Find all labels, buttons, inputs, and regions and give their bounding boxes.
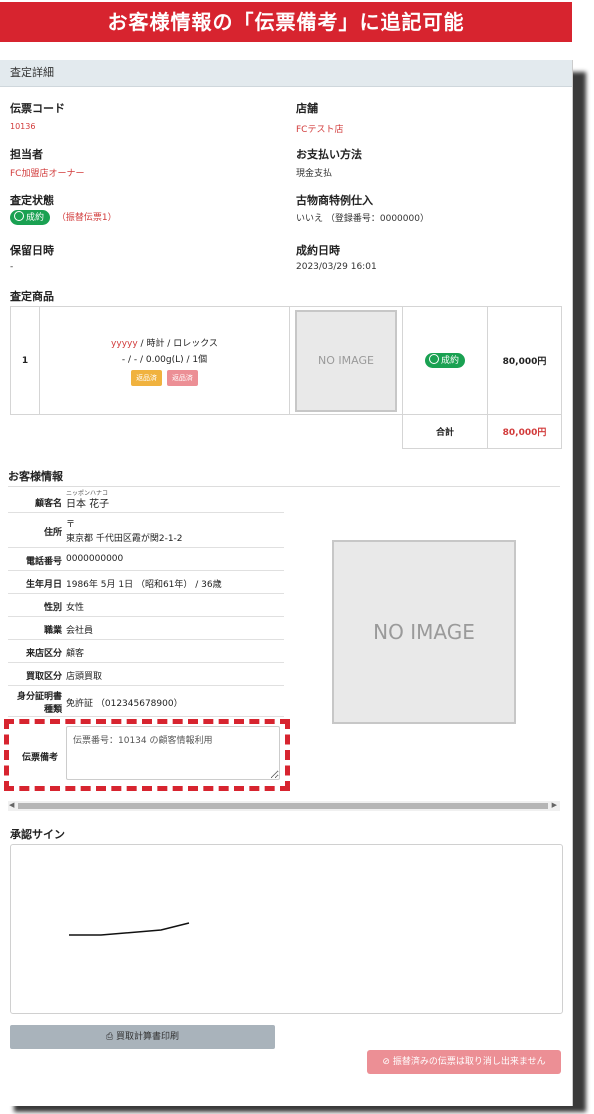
slip-code-value: 10136 xyxy=(10,122,36,131)
total-row: 合計 80,000円 xyxy=(11,414,562,449)
customer-phone-row: 電話番号 0000000000 xyxy=(8,548,284,571)
hold-date-label: 保留日時 xyxy=(10,244,54,257)
table-row: 1 yyyyy / 時計 / ロレックス - / - / 0.00g(L) / … xyxy=(10,306,562,415)
customer-birth-key: 生年月日 xyxy=(25,580,62,590)
customer-job-row: 職業 会社員 xyxy=(8,617,284,640)
hold-date-value: - xyxy=(10,262,14,272)
items-table: 1 yyyyy / 時計 / ロレックス - / - / 0.00g(L) / … xyxy=(10,306,562,449)
contract-date-label: 成約日時 xyxy=(296,244,340,257)
printer-icon: ⎙ xyxy=(105,1032,114,1042)
status-success-badge: 成約 xyxy=(10,210,51,225)
antique-label: 古物商特例仕入 xyxy=(296,194,373,207)
customer-job-value: 会社員 xyxy=(66,626,94,636)
customer-gender-key: 性別 xyxy=(43,603,62,613)
sign-title: 承認サイン xyxy=(10,828,65,841)
item-number: 1 xyxy=(10,306,40,415)
customer-visit-row: 来店区分 顧客 xyxy=(8,640,284,663)
contract-date-value: 2023/03/29 16:01 xyxy=(296,262,377,272)
customer-name-key: 顧客名 xyxy=(34,499,62,509)
customer-id-row: 身分証明書 種類 免許証 （012345678900） xyxy=(8,686,284,717)
item-status-cell: 成約 xyxy=(402,306,488,415)
signature-pad[interactable] xyxy=(10,844,563,1014)
assessment-detail-panel: 査定詳細 伝票コード 10136 担当者 FC加盟店オーナー 査定状態 成約 （… xyxy=(0,60,573,1106)
payment-value: 現金支払 xyxy=(296,169,333,179)
store-label: 店舗 xyxy=(296,102,318,115)
item-description: yyyyy / 時計 / ロレックス - / - / 0.00g(L) / 1個… xyxy=(39,306,290,415)
customer-title: お客様情報 xyxy=(8,470,63,483)
prohibited-icon: ⊘ xyxy=(382,1057,390,1067)
banner-title: お客様情報の「伝票備考」に追記可能 xyxy=(107,10,465,34)
customer-postal: 〒 xyxy=(66,520,76,530)
total-label: 合計 xyxy=(402,414,488,449)
signature-stroke xyxy=(69,922,190,936)
item-no-image: NO IMAGE xyxy=(295,309,397,412)
customer-address-value: 東京都 千代田区霞が関2-1-2 xyxy=(66,534,183,544)
check-circle-icon xyxy=(14,211,24,221)
print-statement-button[interactable]: ⎙ 買取計算書印刷 xyxy=(10,1025,275,1049)
item-success-badge: 成約 xyxy=(424,353,465,368)
customer-phone-key: 電話番号 xyxy=(25,557,62,567)
status-note: （振替伝票1） xyxy=(56,213,117,223)
panel-header: 査定詳細 xyxy=(0,60,572,87)
total-value: 80,000円 xyxy=(487,414,562,449)
customer-job-key: 職業 xyxy=(43,626,62,636)
item-image-cell: NO IMAGE xyxy=(289,306,403,415)
scrollbar-thumb[interactable] xyxy=(18,803,548,809)
staff-value: FC加盟店オーナー xyxy=(10,169,85,179)
status-label: 査定状態 xyxy=(10,194,54,207)
customer-address-key: 住所 xyxy=(43,528,62,538)
remarks-label: 伝票備考 xyxy=(22,753,59,763)
scroll-right-icon[interactable]: ▶ xyxy=(552,801,557,809)
customer-purchase-value: 店頭買取 xyxy=(66,672,103,682)
payment-label: お支払い方法 xyxy=(296,148,362,161)
items-title: 査定商品 xyxy=(10,290,54,303)
customer-id-value: 免許証 （012345678900） xyxy=(66,699,183,709)
item-spec: - / - / 0.00g(L) / 1個 xyxy=(121,354,208,365)
remarks-textarea[interactable]: 伝票番号：10134 の顧客情報利用 xyxy=(66,726,280,780)
customer-id-key-1: 身分証明書 xyxy=(16,692,62,702)
item-category: / 時計 / ロレックス xyxy=(137,338,218,349)
return-button-2[interactable]: 返品済 xyxy=(166,369,198,386)
customer-purchase-row: 買取区分 店頭買取 xyxy=(8,663,284,686)
return-button[interactable]: 返品済 xyxy=(131,369,163,386)
customer-visit-value: 顧客 xyxy=(66,649,85,659)
customer-no-image: NO IMAGE xyxy=(332,540,516,724)
customer-purchase-key: 買取区分 xyxy=(25,672,62,682)
staff-label: 担当者 xyxy=(10,148,43,161)
check-circle-icon xyxy=(428,354,439,364)
customer-gender-value: 女性 xyxy=(66,603,85,613)
scroll-left-icon[interactable]: ◀ xyxy=(9,801,14,809)
customer-birth-row: 生年月日 1986年 5月 1日 （昭和61年） / 36歳 xyxy=(8,571,284,594)
customer-phone-value: 0000000000 xyxy=(66,554,124,564)
cancel-disabled-button[interactable]: ⊘ 振替済みの伝票は取り消し出来ません xyxy=(367,1050,561,1074)
customer-gender-row: 性別 女性 xyxy=(8,594,284,617)
item-price: 80,000円 xyxy=(487,306,562,415)
customer-visit-key: 来店区分 xyxy=(25,649,62,659)
antique-value: いいえ （登録番号：0000000） xyxy=(296,214,429,224)
status-value: 成約 （振替伝票1） xyxy=(10,210,117,225)
customer-name-value: 日本 花子 xyxy=(66,499,110,510)
feature-banner: お客様情報の「伝票備考」に追記可能 xyxy=(0,2,572,42)
customer-birth-value: 1986年 5月 1日 （昭和61年） / 36歳 xyxy=(66,580,222,590)
horizontal-scrollbar[interactable]: ◀ ▶ xyxy=(8,801,560,811)
customer-name-row: 顧客名 ニッポンハナコ 日本 花子 xyxy=(8,488,284,513)
customer-address-row: 住所 〒 東京都 千代田区霞が関2-1-2 xyxy=(8,513,284,548)
item-name-link[interactable]: yyyyy xyxy=(111,339,138,349)
customer-id-key-2: 種類 xyxy=(43,705,62,715)
slip-code-label: 伝票コード xyxy=(10,102,65,115)
store-value: FCテスト店 xyxy=(296,125,344,135)
